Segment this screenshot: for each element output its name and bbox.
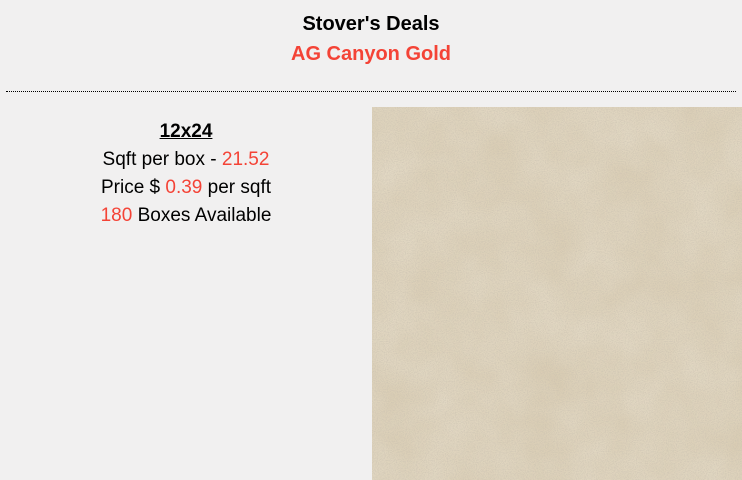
- tile-size-line: 12x24: [0, 118, 372, 146]
- sqft-value: 21.52: [221, 149, 270, 170]
- price-value: 0.39: [165, 177, 203, 198]
- price-line: Price $ 0.39 per sqft: [0, 174, 372, 202]
- tile-image: [372, 107, 742, 480]
- sqft-label: Sqft per box -: [102, 149, 222, 170]
- price-suffix: per sqft: [202, 177, 272, 198]
- boxes-available-line: 180 Boxes Available: [0, 202, 372, 230]
- price-prefix: Price $: [100, 177, 166, 198]
- header-divider: [6, 91, 736, 92]
- store-name: Stover's Deals: [302, 13, 440, 35]
- tile-texture: [372, 107, 742, 480]
- boxes-label: Boxes Available: [132, 205, 272, 226]
- product-name: AG Canyon Gold: [291, 43, 451, 65]
- boxes-count: 180: [100, 205, 133, 226]
- sqft-per-box-line: Sqft per box - 21.52: [0, 146, 372, 174]
- tile-size: 12x24: [159, 121, 213, 142]
- product-details: 12x24 Sqft per box - 21.52 Price $ 0.39 …: [0, 118, 372, 230]
